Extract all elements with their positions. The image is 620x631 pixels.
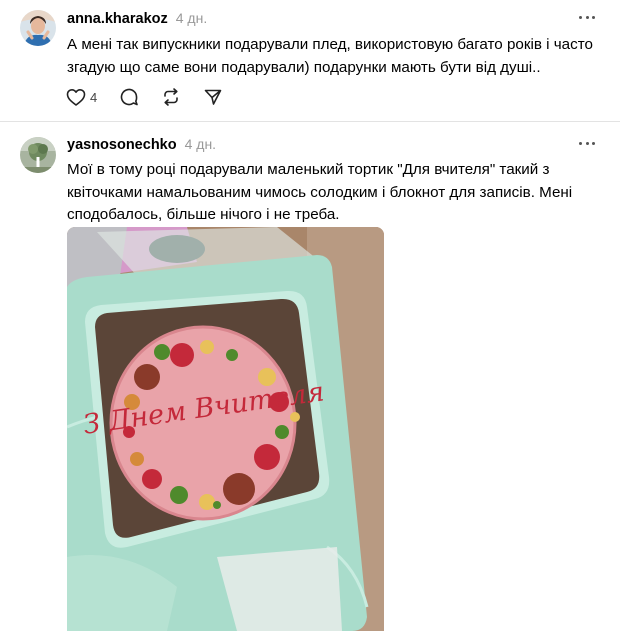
post-text: Мої в тому році подарували маленький тор… (67, 161, 573, 223)
like-button[interactable]: 4 (66, 86, 97, 108)
comment-icon (119, 87, 139, 107)
post-time[interactable]: 4 дн. (185, 136, 216, 152)
username[interactable]: anna.kharakoz (67, 11, 168, 27)
post-header: yasnosonechko 4 дн. (67, 136, 216, 153)
post-photo[interactable]: З Днем Вчителя (67, 227, 384, 631)
avatar[interactable] (20, 137, 56, 173)
post: yasnosonechko 4 дн. Мої в тому році пода… (0, 122, 620, 631)
cake-photo: З Днем Вчителя (67, 227, 384, 631)
repost-icon (161, 87, 181, 107)
username[interactable]: yasnosonechko (67, 137, 177, 153)
post-text: А мені так випускники подарували плед, в… (67, 36, 593, 76)
more-icon[interactable] (579, 140, 595, 146)
post: anna.kharakoz 4 дн. А мені так випускник… (0, 0, 620, 121)
action-bar: 4 (66, 86, 223, 108)
more-icon[interactable] (579, 14, 595, 20)
post-header: anna.kharakoz 4 дн. (67, 10, 207, 27)
heart-icon (66, 88, 86, 107)
share-button[interactable] (203, 86, 223, 108)
avatar[interactable] (20, 10, 56, 46)
like-count: 4 (90, 89, 98, 105)
repost-button[interactable] (161, 86, 181, 108)
share-icon (203, 87, 223, 107)
comment-button[interactable] (119, 86, 139, 108)
post-time[interactable]: 4 дн. (176, 10, 207, 26)
